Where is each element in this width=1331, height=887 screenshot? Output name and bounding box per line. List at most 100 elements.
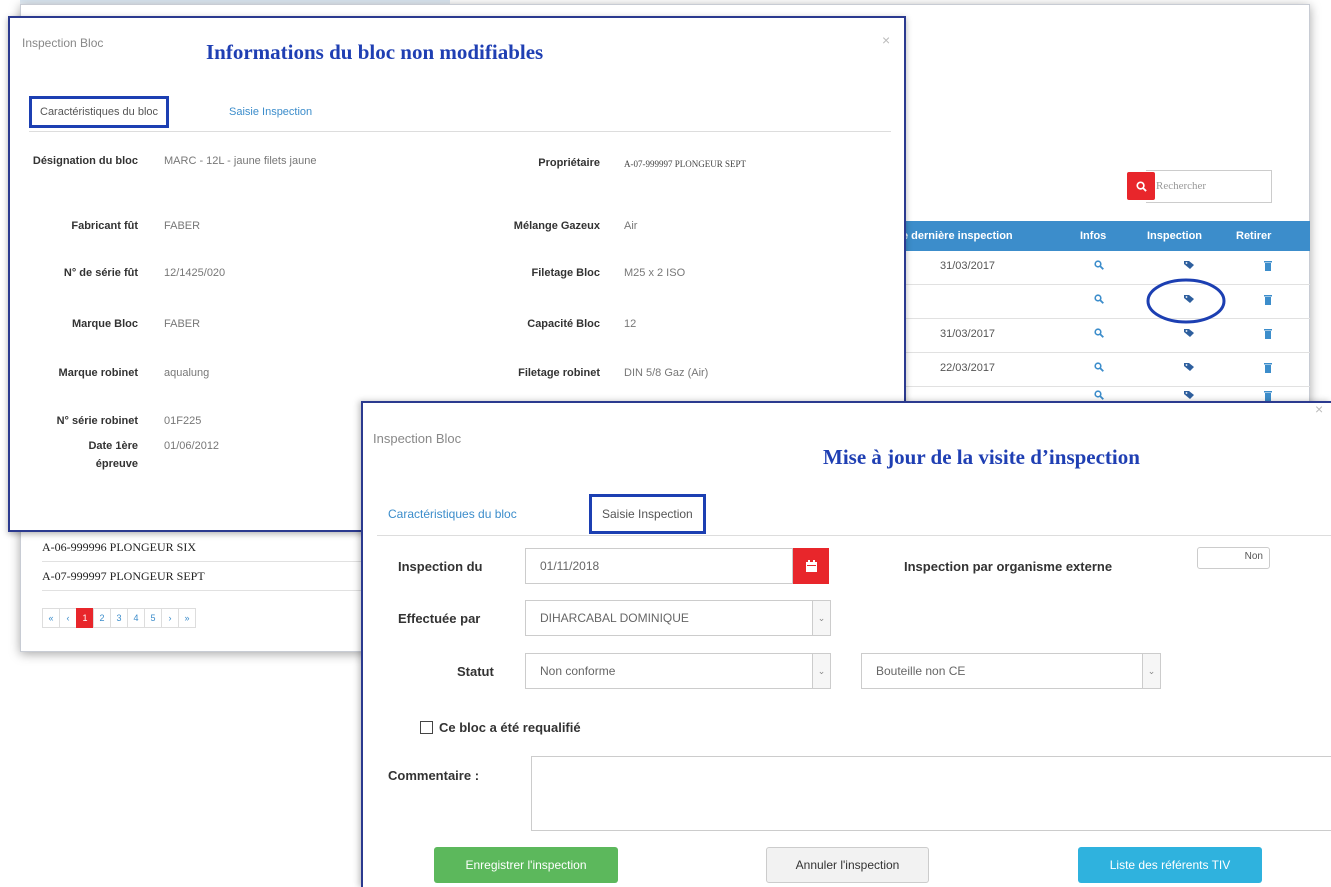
external-inspection-toggle[interactable]: Non	[1197, 547, 1270, 569]
value-marque-robinet: aqualung	[164, 367, 210, 379]
magnifier-icon[interactable]	[1094, 328, 1104, 338]
trash-icon[interactable]	[1264, 260, 1272, 271]
value-designation: MARC - 12L - jaune filets jaune	[164, 155, 317, 167]
value-filetage-robinet: DIN 5/8 Gaz (Air)	[624, 367, 709, 379]
col-inspection[interactable]: Inspection	[1147, 230, 1202, 242]
inspection-entry-modal: Inspection Bloc × Mise à jour de la visi…	[361, 401, 1331, 887]
search-icon	[1135, 180, 1147, 192]
page-next[interactable]: ›	[161, 608, 179, 628]
last-inspection-date: 31/03/2017	[940, 328, 996, 340]
close-button[interactable]: ×	[882, 32, 890, 48]
magnifier-icon[interactable]	[1094, 260, 1104, 270]
tab-divider	[29, 131, 891, 132]
value-filetage-bloc: M25 x 2 ISO	[624, 267, 686, 279]
performed-by-select[interactable]: DIHARCABAL DOMINIQUE ⌄	[525, 600, 831, 636]
value-serie-robinet: 01F225	[164, 415, 202, 427]
status-detail-value: Bouteille non CE	[876, 664, 966, 678]
label-serie-fut: N° de série fût	[63, 267, 138, 279]
label-requalified: Ce bloc a été requalifié	[439, 720, 581, 735]
tab-divider	[377, 535, 1331, 536]
last-inspection-date: 31/03/2017	[940, 260, 996, 272]
save-inspection-button[interactable]: Enregistrer l'inspection	[434, 847, 618, 883]
label-date-epreuve: Date 1ère épreuve	[88, 440, 138, 470]
value-serie-fut: 12/1425/020	[164, 267, 226, 279]
col-infos[interactable]: Infos	[1080, 230, 1106, 242]
modal-title: Inspection Bloc	[22, 36, 104, 50]
value-capacite: 12	[624, 318, 637, 330]
page-1[interactable]: 1	[76, 608, 94, 628]
value-melange: Air	[624, 220, 638, 232]
inspection-date-input[interactable]: 01/11/2018	[525, 548, 793, 584]
status-detail-select[interactable]: Bouteille non CE ⌄	[861, 653, 1161, 689]
calendar-icon	[805, 560, 817, 572]
tag-icon[interactable]	[1184, 260, 1195, 270]
trash-icon[interactable]	[1264, 362, 1272, 373]
chevron-down-icon[interactable]: ⌄	[812, 601, 830, 635]
page-2[interactable]: 2	[93, 608, 111, 628]
page-last[interactable]: »	[178, 608, 196, 628]
magnifier-icon[interactable]	[1094, 362, 1104, 372]
value-fabricant: FABER	[164, 220, 201, 232]
chevron-down-icon[interactable]: ⌄	[1142, 654, 1160, 688]
owner-list-item[interactable]: A-06-999996 PLONGEUR SIX	[42, 533, 382, 562]
page-first[interactable]: «	[42, 608, 60, 628]
label-status: Statut	[457, 664, 494, 679]
pagination: « ‹ 1 2 3 4 5 › »	[42, 608, 196, 628]
label-filetage-bloc: Filetage Bloc	[531, 267, 600, 279]
status-select[interactable]: Non conforme ⌄	[525, 653, 831, 689]
table-row: 22/03/2017	[906, 353, 1310, 387]
col-last-inspection[interactable]: e dernière inspection	[902, 230, 1013, 242]
label-marque-robinet: Marque robinet	[58, 367, 138, 379]
table-row	[906, 285, 1310, 319]
trash-icon[interactable]	[1264, 390, 1272, 401]
chevron-down-icon[interactable]: ⌄	[812, 654, 830, 688]
label-proprietaire: Propriétaire	[538, 157, 600, 169]
value-proprietaire: A-07-999997 PLONGEUR SEPT	[624, 159, 747, 169]
label-inspection-date: Inspection du	[398, 559, 483, 574]
tab-caracteristiques[interactable]: Caractéristiques du bloc	[29, 96, 170, 128]
label-capacite: Capacité Bloc	[527, 318, 600, 330]
close-button[interactable]: ×	[1315, 401, 1323, 417]
table-row	[906, 387, 1310, 401]
annotation-title: Mise à jour de la visite d’inspection	[823, 445, 1140, 469]
calendar-button[interactable]	[793, 548, 829, 584]
label-filetage-robinet: Filetage robinet	[518, 367, 600, 379]
col-retirer[interactable]: Retirer	[1236, 230, 1271, 242]
label-performed-by: Effectuée par	[398, 611, 481, 626]
label-designation: Désignation du bloc	[32, 155, 138, 167]
tag-icon[interactable]	[1184, 390, 1195, 400]
tab-saisie-inspection[interactable]: Saisie Inspection	[229, 106, 312, 118]
label-comment: Commentaire :	[388, 768, 480, 783]
trash-icon[interactable]	[1264, 294, 1272, 305]
page-3[interactable]: 3	[110, 608, 128, 628]
table-header: e dernière inspection Infos Inspection R…	[902, 221, 1310, 251]
value-marque-bloc: FABER	[164, 318, 201, 330]
requalified-checkbox[interactable]	[420, 721, 433, 734]
tab-caracteristiques[interactable]: Caractéristiques du bloc	[388, 507, 517, 521]
magnifier-icon[interactable]	[1094, 294, 1104, 304]
tab-saisie-inspection[interactable]: Saisie Inspection	[589, 494, 706, 534]
trash-icon[interactable]	[1264, 328, 1272, 339]
value-date-epreuve: 01/06/2012	[164, 440, 220, 452]
search-input[interactable]: Rechercher	[1146, 170, 1272, 203]
page-prev[interactable]: ‹	[59, 608, 77, 628]
magnifier-icon[interactable]	[1094, 390, 1104, 400]
label-marque-bloc: Marque Bloc	[71, 318, 138, 330]
status-value: Non conforme	[540, 664, 616, 678]
label-fabricant: Fabricant fût	[71, 220, 138, 232]
page-5[interactable]: 5	[144, 608, 162, 628]
last-inspection-date: 22/03/2017	[940, 362, 996, 374]
label-serie-robinet: N° série robinet	[56, 415, 138, 427]
page-4[interactable]: 4	[127, 608, 145, 628]
performed-by-value: DIHARCABAL DOMINIQUE	[540, 611, 689, 625]
tiv-referents-button[interactable]: Liste des référents TIV	[1078, 847, 1262, 883]
table-row: 31/03/2017	[906, 319, 1310, 353]
table-row: 31/03/2017	[906, 251, 1310, 285]
comment-textarea[interactable]	[531, 756, 1331, 831]
label-melange: Mélange Gazeux	[513, 220, 600, 232]
owner-list-item[interactable]: A-07-999997 PLONGEUR SEPT	[42, 562, 382, 591]
tag-icon[interactable]	[1184, 328, 1195, 338]
cancel-inspection-button[interactable]: Annuler l'inspection	[766, 847, 929, 883]
modal-title: Inspection Bloc	[373, 431, 462, 446]
tag-icon[interactable]	[1184, 362, 1195, 372]
